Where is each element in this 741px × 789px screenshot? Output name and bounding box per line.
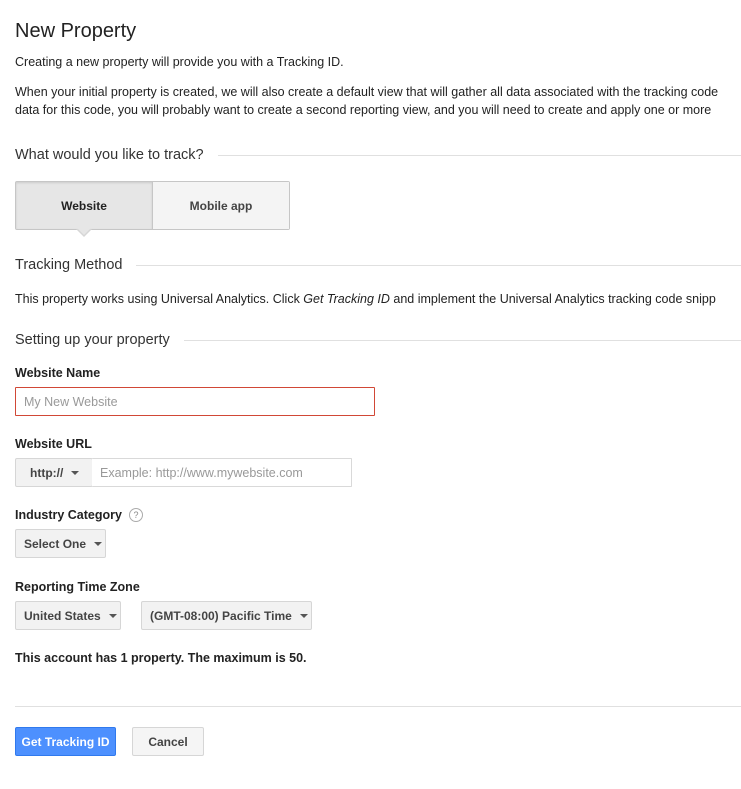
website-url-input[interactable]	[92, 458, 352, 487]
time-zone-dropdown[interactable]: (GMT-08:00) Pacific Time	[141, 601, 312, 630]
industry-category-label: Industry Category	[15, 508, 122, 522]
section-divider	[217, 154, 741, 156]
tracking-method-text: This property works using Universal Anal…	[15, 290, 716, 308]
protocol-dropdown[interactable]: http://	[15, 458, 93, 487]
reporting-time-zone-label: Reporting Time Zone	[15, 580, 140, 594]
get-tracking-id-button[interactable]: Get Tracking ID	[15, 727, 116, 756]
track-type-toggle: Website Mobile app	[15, 181, 290, 237]
mobile-app-option-label: Mobile app	[189, 198, 253, 213]
website-name-label: Website Name	[15, 366, 101, 380]
track-section-header: What would you like to track?	[15, 145, 741, 165]
views-description-line-2: data for this code, you will probably wa…	[15, 103, 712, 117]
website-option-label: Website	[61, 198, 107, 213]
section-divider	[136, 264, 741, 266]
setup-section-title: Setting up your property	[15, 332, 170, 348]
method-text-part: and implement the Universal Analytics tr…	[389, 292, 716, 306]
page-title: New Property	[15, 20, 137, 42]
property-limit-text: This account has 1 property. The maximum…	[15, 651, 307, 665]
time-zone-value: (GMT-08:00) Pacific Time	[150, 608, 292, 623]
mobile-app-option-button[interactable]: Mobile app	[152, 182, 289, 229]
time-zone-country-dropdown[interactable]: United States	[15, 601, 121, 630]
method-section-title: Tracking Method	[15, 257, 123, 273]
cancel-button[interactable]: Cancel	[132, 727, 204, 756]
website-url-label: Website URL	[15, 437, 92, 451]
time-zone-country-value: United States	[24, 608, 101, 623]
track-section-title: What would you like to track?	[15, 147, 204, 163]
industry-category-value: Select One	[24, 536, 87, 551]
method-text-emphasis: Get Tracking ID	[303, 292, 390, 306]
protocol-value: http://	[30, 465, 64, 480]
chevron-down-icon	[108, 614, 117, 618]
chevron-down-icon	[299, 614, 308, 618]
actions-divider	[15, 706, 741, 707]
setup-section-header: Setting up your property	[15, 330, 741, 350]
method-section-header: Tracking Method	[15, 255, 741, 275]
website-option-button[interactable]: Website	[16, 182, 152, 237]
selected-pointer-icon	[76, 228, 92, 237]
chevron-down-icon	[94, 542, 103, 546]
method-text-part: This property works using Universal Anal…	[15, 292, 304, 306]
help-icon[interactable]: ?	[128, 508, 143, 522]
industry-category-label-row: Industry Category ?	[15, 508, 143, 522]
intro-text: Creating a new property will provide you…	[15, 55, 344, 69]
section-divider	[183, 339, 741, 341]
views-description-line-1: When your initial property is created, w…	[15, 85, 719, 99]
website-name-input[interactable]	[15, 387, 375, 416]
new-property-page: New Property Creating a new property wil…	[15, 0, 741, 789]
chevron-down-icon	[71, 471, 80, 475]
industry-category-dropdown[interactable]: Select One	[15, 529, 106, 558]
